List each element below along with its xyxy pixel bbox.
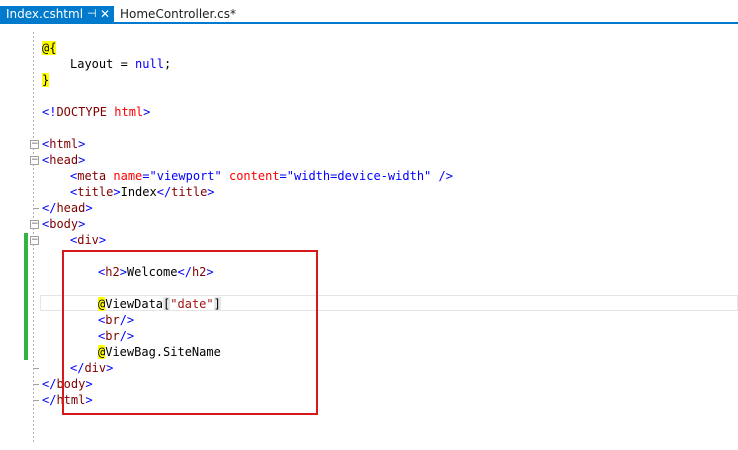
razor-block-close: } <box>42 73 50 87</box>
tag-name: head <box>49 153 79 167</box>
tag-delimiter: </ <box>42 393 57 407</box>
fold-end-marker <box>34 384 39 385</box>
pin-icon[interactable]: ⊣ <box>87 6 97 22</box>
tag-delimiter: </ <box>42 201 57 215</box>
razor-block-open: @{ <box>42 41 57 55</box>
tag-delimiter: > <box>113 185 121 199</box>
code-line: <meta name="viewport" content="width=dev… <box>70 168 453 184</box>
code-line: <title>Index</title> <box>70 184 215 200</box>
attribute-value: "width=device-width" <box>286 169 432 183</box>
tag-delimiter: /> <box>431 169 453 183</box>
attribute: content <box>221 169 280 183</box>
fold-end-marker <box>34 368 39 369</box>
tag-name: DOCTYPE <box>56 105 108 119</box>
annotation-highlight-box <box>62 250 318 415</box>
tag-name: head <box>56 201 86 215</box>
code-line: <!DOCTYPE html> <box>42 104 150 120</box>
code-line: Layout = null; <box>70 56 171 72</box>
document-tab-bar: Index.cshtml ⊣ ✕ HomeController.cs* <box>0 0 738 24</box>
text-content: Index <box>120 185 157 199</box>
tag-name: html <box>49 137 79 151</box>
tag-name: meta <box>77 169 107 183</box>
identifier: Layout <box>70 57 114 71</box>
tag-delimiter: > <box>98 233 107 247</box>
operator: = <box>142 169 150 183</box>
code-line: </head> <box>42 200 93 216</box>
operator: = <box>279 169 287 183</box>
punctuation: ; <box>163 57 172 71</box>
attribute: name <box>106 169 143 183</box>
collapse-div-icon[interactable]: − <box>30 236 39 245</box>
operator: = <box>113 57 136 71</box>
tag-delimiter: > <box>85 201 93 215</box>
tag-delimiter: > <box>78 153 86 167</box>
tab-label: HomeController.cs* <box>120 7 237 21</box>
code-line: @{ <box>42 40 57 56</box>
fold-end-marker <box>34 400 39 401</box>
tag-name: title <box>171 185 208 199</box>
tag-delimiter: <! <box>42 105 57 119</box>
change-marker <box>24 233 28 360</box>
attribute-value: "viewport" <box>149 169 222 183</box>
fold-end-marker <box>34 208 39 209</box>
tab-homecontroller-cs[interactable]: HomeController.cs* <box>117 6 237 22</box>
code-editor[interactable]: − − − − @{ Layout = null; } <!DOCTYPE ht… <box>0 24 738 450</box>
tag-delimiter: > <box>207 185 215 199</box>
tag-delimiter: > <box>78 137 86 151</box>
collapse-html-icon[interactable]: − <box>30 140 39 149</box>
close-icon[interactable]: ✕ <box>100 6 110 22</box>
tag-name: title <box>77 185 114 199</box>
code-line: <html> <box>42 136 85 152</box>
tag-delimiter: > <box>78 217 86 231</box>
tab-label: Index.cshtml <box>6 7 84 21</box>
code-line: } <box>42 72 50 88</box>
tag-name: div <box>77 233 99 247</box>
tag-delimiter: > <box>143 105 151 119</box>
collapse-body-icon[interactable]: − <box>30 220 39 229</box>
tag-name: body <box>49 217 79 231</box>
attribute: html <box>107 105 144 119</box>
collapse-head-icon[interactable]: − <box>30 156 39 165</box>
keyword: null <box>135 57 164 71</box>
code-line: <body> <box>42 216 85 232</box>
code-line: <head> <box>42 152 85 168</box>
tag-delimiter: </ <box>156 185 172 199</box>
tag-delimiter: </ <box>42 377 57 391</box>
tab-index-cshtml[interactable]: Index.cshtml ⊣ ✕ <box>0 6 114 22</box>
code-line: <div> <box>70 232 106 248</box>
